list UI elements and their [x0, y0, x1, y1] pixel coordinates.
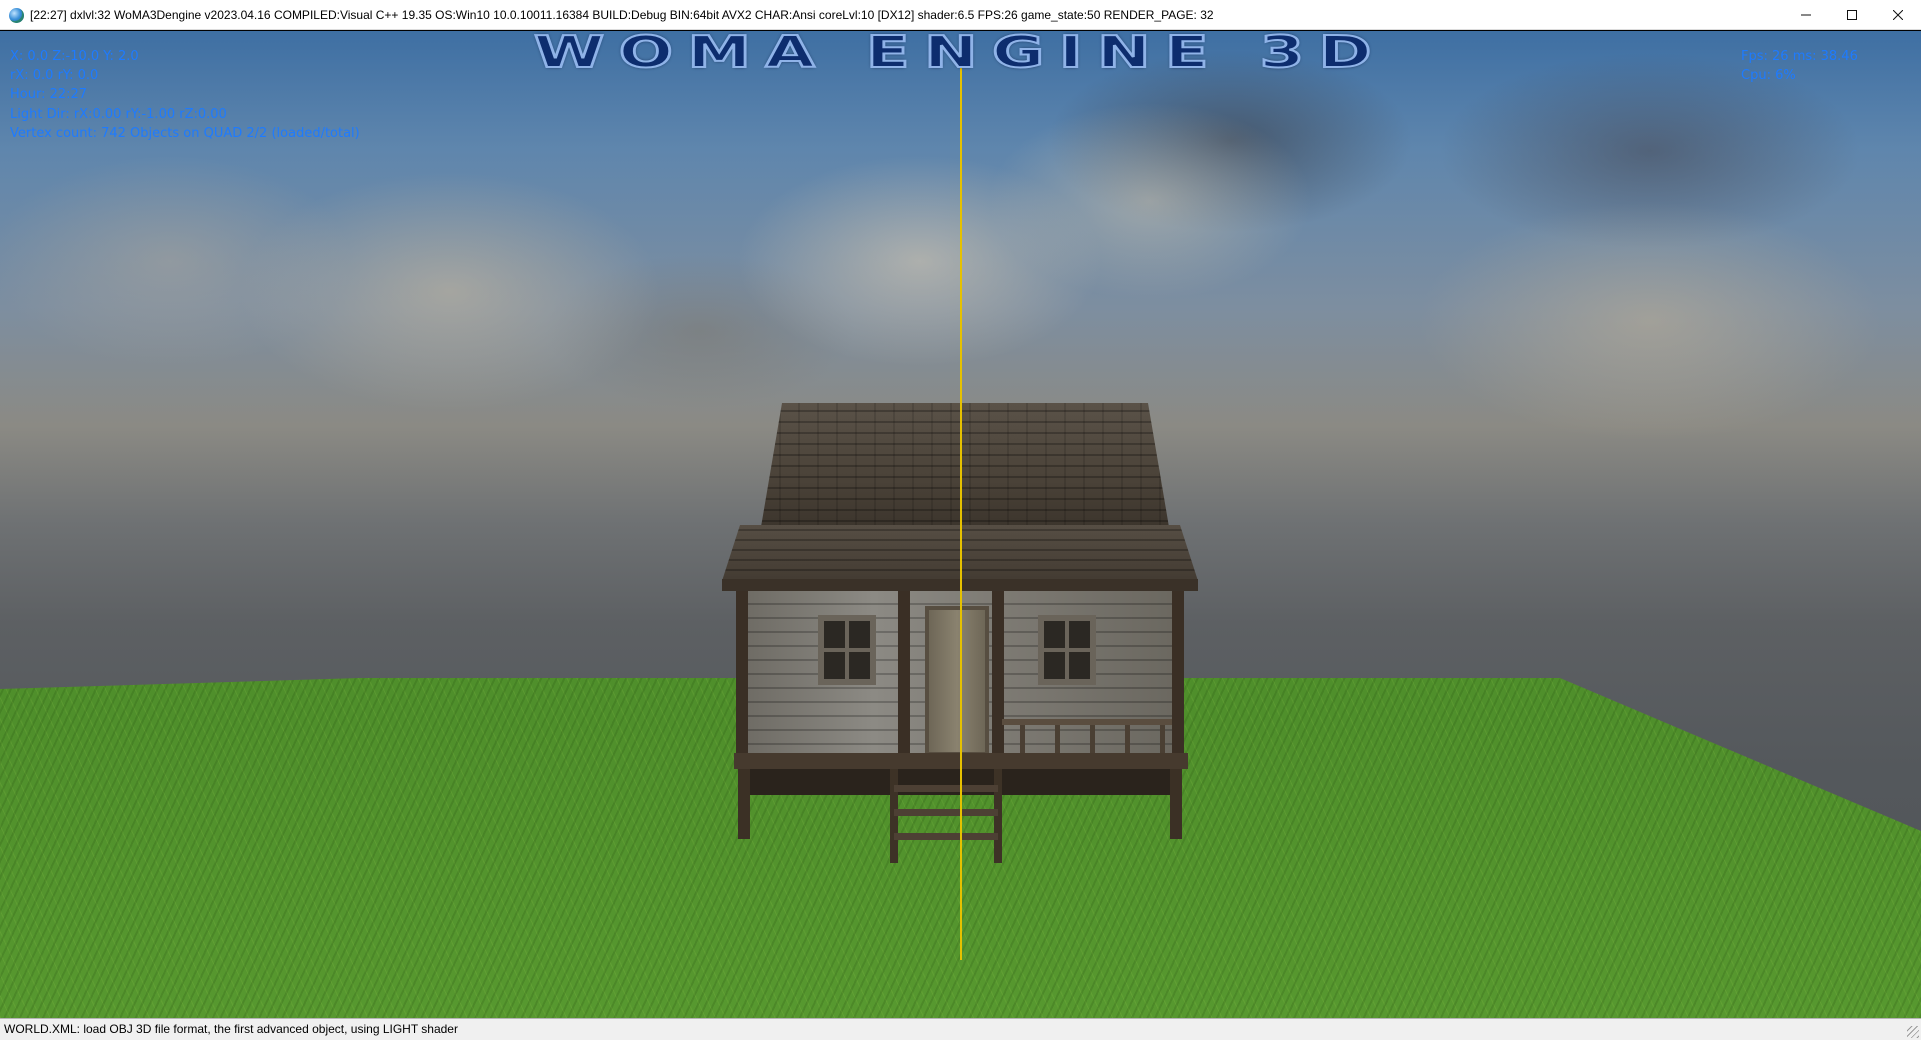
porch-post-left	[736, 591, 748, 769]
close-button[interactable]	[1875, 0, 1921, 30]
porch-rail	[1002, 719, 1172, 725]
porch-baluster	[1090, 725, 1095, 755]
hud-fps: Fps: 26 ms: 38.46	[1741, 49, 1858, 64]
porch-leg	[1170, 769, 1182, 839]
globe-icon	[9, 8, 24, 23]
stair-tread	[894, 833, 998, 840]
crosshair-line	[960, 56, 962, 960]
porch-stairs	[890, 769, 1002, 863]
title-bar[interactable]: [22:27] dxlvl:32 WoMA3Dengine v2023.04.1…	[0, 0, 1921, 30]
cabin-window-left	[818, 615, 876, 685]
close-icon	[1893, 10, 1903, 20]
porch-leg	[738, 769, 750, 839]
status-text: WORLD.XML: load OBJ 3D file format, the …	[4, 1022, 458, 1036]
hud-hour: Hour: 22:27	[10, 87, 88, 102]
porch-post-mid-left	[898, 591, 910, 769]
cabin-door	[925, 606, 989, 756]
porch-baluster	[1055, 725, 1060, 755]
maximize-icon	[1847, 10, 1857, 20]
render-viewport[interactable]: WOMA ENGINE 3D X: 0.0 Z:-10.0 Y: 2.0 rX:…	[0, 31, 1921, 1018]
stair-stringer	[890, 769, 898, 863]
stair-tread	[894, 809, 998, 816]
porch-post-mid-right	[992, 591, 1004, 769]
porch-baluster	[1020, 725, 1025, 755]
hud-camera-rotation: rX: 0.0 rY: 0.0	[10, 68, 99, 83]
resize-grip-icon[interactable]	[1907, 1026, 1919, 1038]
cabin-window-right	[1038, 615, 1096, 685]
porch-baluster	[1125, 725, 1130, 755]
hud-camera-position: X: 0.0 Z:-10.0 Y: 2.0	[10, 49, 139, 64]
window-title: [22:27] dxlvl:32 WoMA3Dengine v2023.04.1…	[30, 8, 1214, 22]
hud-light-dir: Light Dir: rX:0.00 rY:-1.00 rZ:0.00	[10, 107, 227, 122]
porch-post-right	[1172, 591, 1184, 769]
stair-tread	[894, 785, 998, 792]
porch-baluster	[1160, 725, 1165, 755]
stair-stringer	[994, 769, 1002, 863]
maximize-button[interactable]	[1829, 0, 1875, 30]
minimize-icon	[1801, 14, 1811, 16]
minimize-button[interactable]	[1783, 0, 1829, 30]
status-bar: WORLD.XML: load OBJ 3D file format, the …	[0, 1018, 1921, 1040]
hud-vertex-count: Vertex count: 742 Objects on QUAD 2/2 (l…	[10, 126, 360, 141]
engine-logo: WOMA ENGINE 3D	[532, 31, 1387, 79]
roof	[760, 403, 1170, 533]
hud-cpu: Cpu: 6%	[1741, 68, 1796, 83]
